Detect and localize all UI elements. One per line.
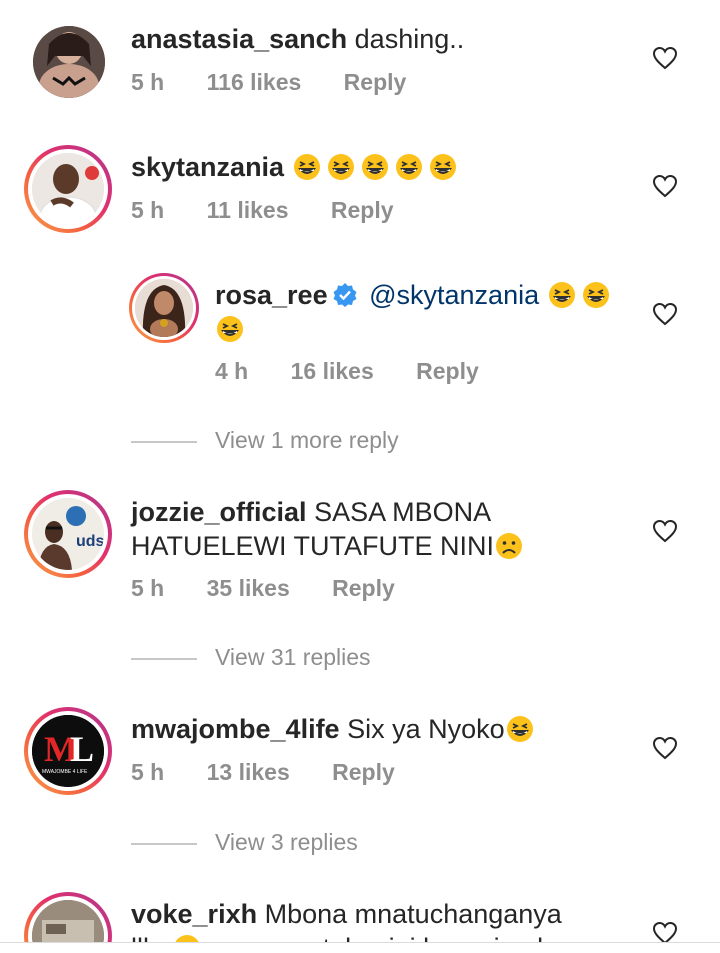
timestamp: 5 h (131, 759, 165, 785)
grinning-squint-face-icon (429, 154, 456, 180)
view-more-replies-button[interactable]: View 31 replies (131, 644, 371, 671)
grinning-squint-face-icon (506, 716, 533, 742)
view-more-label: View 31 replies (215, 644, 371, 670)
comment-text: dashing.. (354, 24, 465, 54)
avatar[interactable]: uds (24, 490, 112, 578)
divider-line (131, 842, 197, 845)
timestamp: 4 h (215, 358, 249, 384)
grinning-squint-face-icon (548, 282, 575, 308)
view-more-label: View 1 more reply (215, 427, 399, 453)
heart-icon[interactable] (652, 46, 678, 70)
comment-text-line1: SASA MBONA (314, 497, 492, 527)
frowning-face-icon (496, 533, 523, 559)
svg-text:MWAJOMBE 4 LIFE: MWAJOMBE 4 LIFE (42, 769, 88, 775)
profile-photo-icon: uds (32, 498, 104, 570)
username[interactable]: rosa_ree (215, 280, 328, 310)
avatar[interactable] (129, 273, 199, 343)
heart-icon[interactable] (652, 174, 678, 198)
view-more-label: View 3 replies (215, 829, 358, 855)
username[interactable]: voke_rixh (131, 899, 257, 929)
mention-link[interactable]: @skytanzania (369, 280, 539, 310)
grinning-squint-face-icon (327, 154, 354, 180)
reply-button[interactable]: Reply (332, 575, 395, 601)
view-more-replies-button[interactable]: View 3 replies (131, 829, 358, 856)
likes-count[interactable]: 16 likes (291, 358, 374, 384)
grinning-squint-face-icon (395, 154, 422, 180)
comment-text-line1: Mbona mnatuchanganya (264, 899, 562, 929)
likes-count[interactable]: 13 likes (207, 759, 290, 785)
reply-button[interactable]: Reply (331, 197, 394, 223)
verified-badge-icon (333, 283, 357, 307)
mwajombe-logo-icon: M L MWAJOMBE 4 LIFE (32, 715, 104, 787)
grinning-squint-face-icon (217, 316, 243, 342)
avatar[interactable] (33, 26, 105, 98)
likes-count[interactable]: 35 likes (207, 575, 290, 601)
bottom-divider (0, 942, 720, 953)
reply-button[interactable]: Reply (344, 69, 407, 95)
username[interactable]: jozzie_official (131, 497, 307, 527)
grinning-squint-face-icon (361, 154, 388, 180)
divider-line (131, 440, 197, 443)
profile-photo-icon (33, 26, 105, 98)
heart-icon[interactable] (652, 736, 678, 760)
view-more-replies-button[interactable]: View 1 more reply (131, 427, 399, 454)
divider-line (131, 657, 197, 660)
profile-photo-icon (135, 279, 193, 337)
heart-icon[interactable] (652, 519, 678, 543)
likes-count[interactable]: 116 likes (207, 69, 302, 95)
comment-text: Six ya Nyoko (347, 714, 505, 744)
profile-photo-icon (32, 153, 104, 225)
avatar[interactable] (24, 145, 112, 233)
timestamp: 5 h (131, 197, 165, 223)
comment-text-line2: HATUELEWI TUTAFUTE NINI (131, 531, 495, 561)
svg-text:L: L (70, 729, 94, 769)
likes-count[interactable]: 11 likes (207, 197, 289, 223)
timestamp: 5 h (131, 575, 165, 601)
reply-button[interactable]: Reply (332, 759, 395, 785)
username[interactable]: anastasia_sanch (131, 24, 347, 54)
grinning-squint-face-icon (582, 282, 609, 308)
heart-icon[interactable] (652, 302, 678, 326)
timestamp: 5 h (131, 69, 165, 95)
svg-text:uds: uds (76, 533, 104, 550)
emoji-group (292, 152, 462, 182)
grinning-squint-face-icon (293, 154, 320, 180)
username[interactable]: skytanzania (131, 152, 284, 182)
reply-button[interactable]: Reply (416, 358, 479, 384)
username[interactable]: mwajombe_4life (131, 714, 340, 744)
avatar[interactable]: M L MWAJOMBE 4 LIFE (24, 707, 112, 795)
